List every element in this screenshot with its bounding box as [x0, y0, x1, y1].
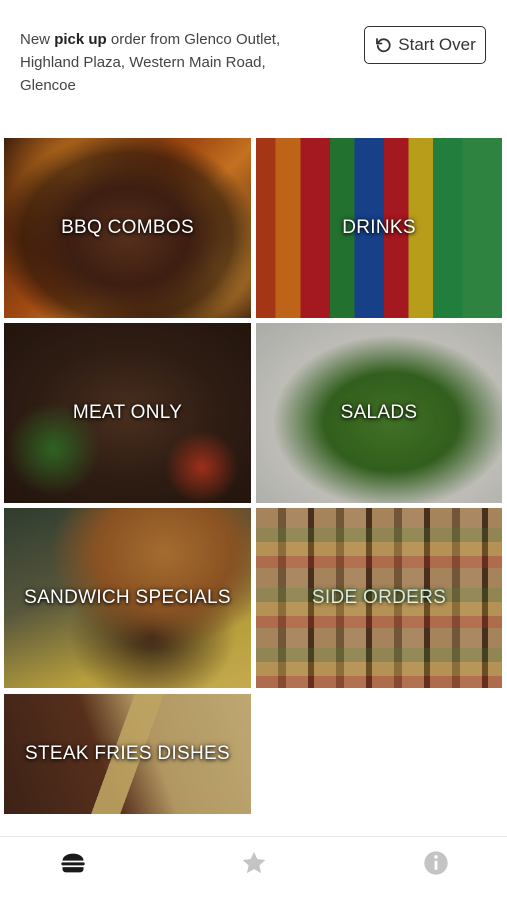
start-over-label: Start Over — [398, 35, 476, 54]
order-type: pick up — [54, 31, 107, 48]
info-icon — [424, 851, 448, 875]
tile-image — [256, 508, 502, 688]
order-header: New pick up order from Glenco Outlet, Hi… — [0, 0, 507, 130]
category-tile-sandwich-specials[interactable]: SANDWICH SPECIALS — [4, 508, 251, 688]
tab-favorites[interactable] — [238, 847, 270, 879]
order-info: New pick up order from Glenco Outlet, Hi… — [20, 28, 320, 97]
category-label: MEAT ONLY — [72, 402, 183, 423]
category-tile-drinks[interactable]: DRINKS — [256, 138, 502, 318]
tab-info[interactable] — [420, 847, 452, 879]
bottom-tab-bar — [0, 836, 507, 901]
category-tile-meat-only[interactable]: MEAT ONLY — [4, 323, 251, 503]
order-suffix: order — [110, 31, 146, 48]
tab-menu[interactable] — [57, 847, 89, 879]
category-label: DRINKS — [342, 217, 416, 238]
star-icon — [242, 851, 266, 874]
category-label: SALADS — [340, 402, 418, 423]
category-label: SIDE ORDERS — [311, 587, 447, 608]
category-label: SANDWICH SPECIALS — [24, 587, 231, 608]
category-label: BBQ COMBOS — [61, 217, 194, 238]
category-tile-side-orders[interactable]: SIDE ORDERS — [256, 508, 502, 688]
order-prefix: New — [20, 31, 51, 48]
category-tile-steak-fries-dishes[interactable]: STEAK FRIES DISHES — [4, 694, 251, 814]
burger-icon — [61, 853, 85, 873]
start-over-button[interactable]: Start Over — [364, 26, 486, 64]
category-label: STEAK FRIES DISHES — [25, 743, 230, 764]
category-tile-bbq-combos[interactable]: BBQ COMBOS — [4, 138, 251, 318]
category-tile-salads[interactable]: SALADS — [256, 323, 502, 503]
undo-icon — [376, 38, 391, 53]
